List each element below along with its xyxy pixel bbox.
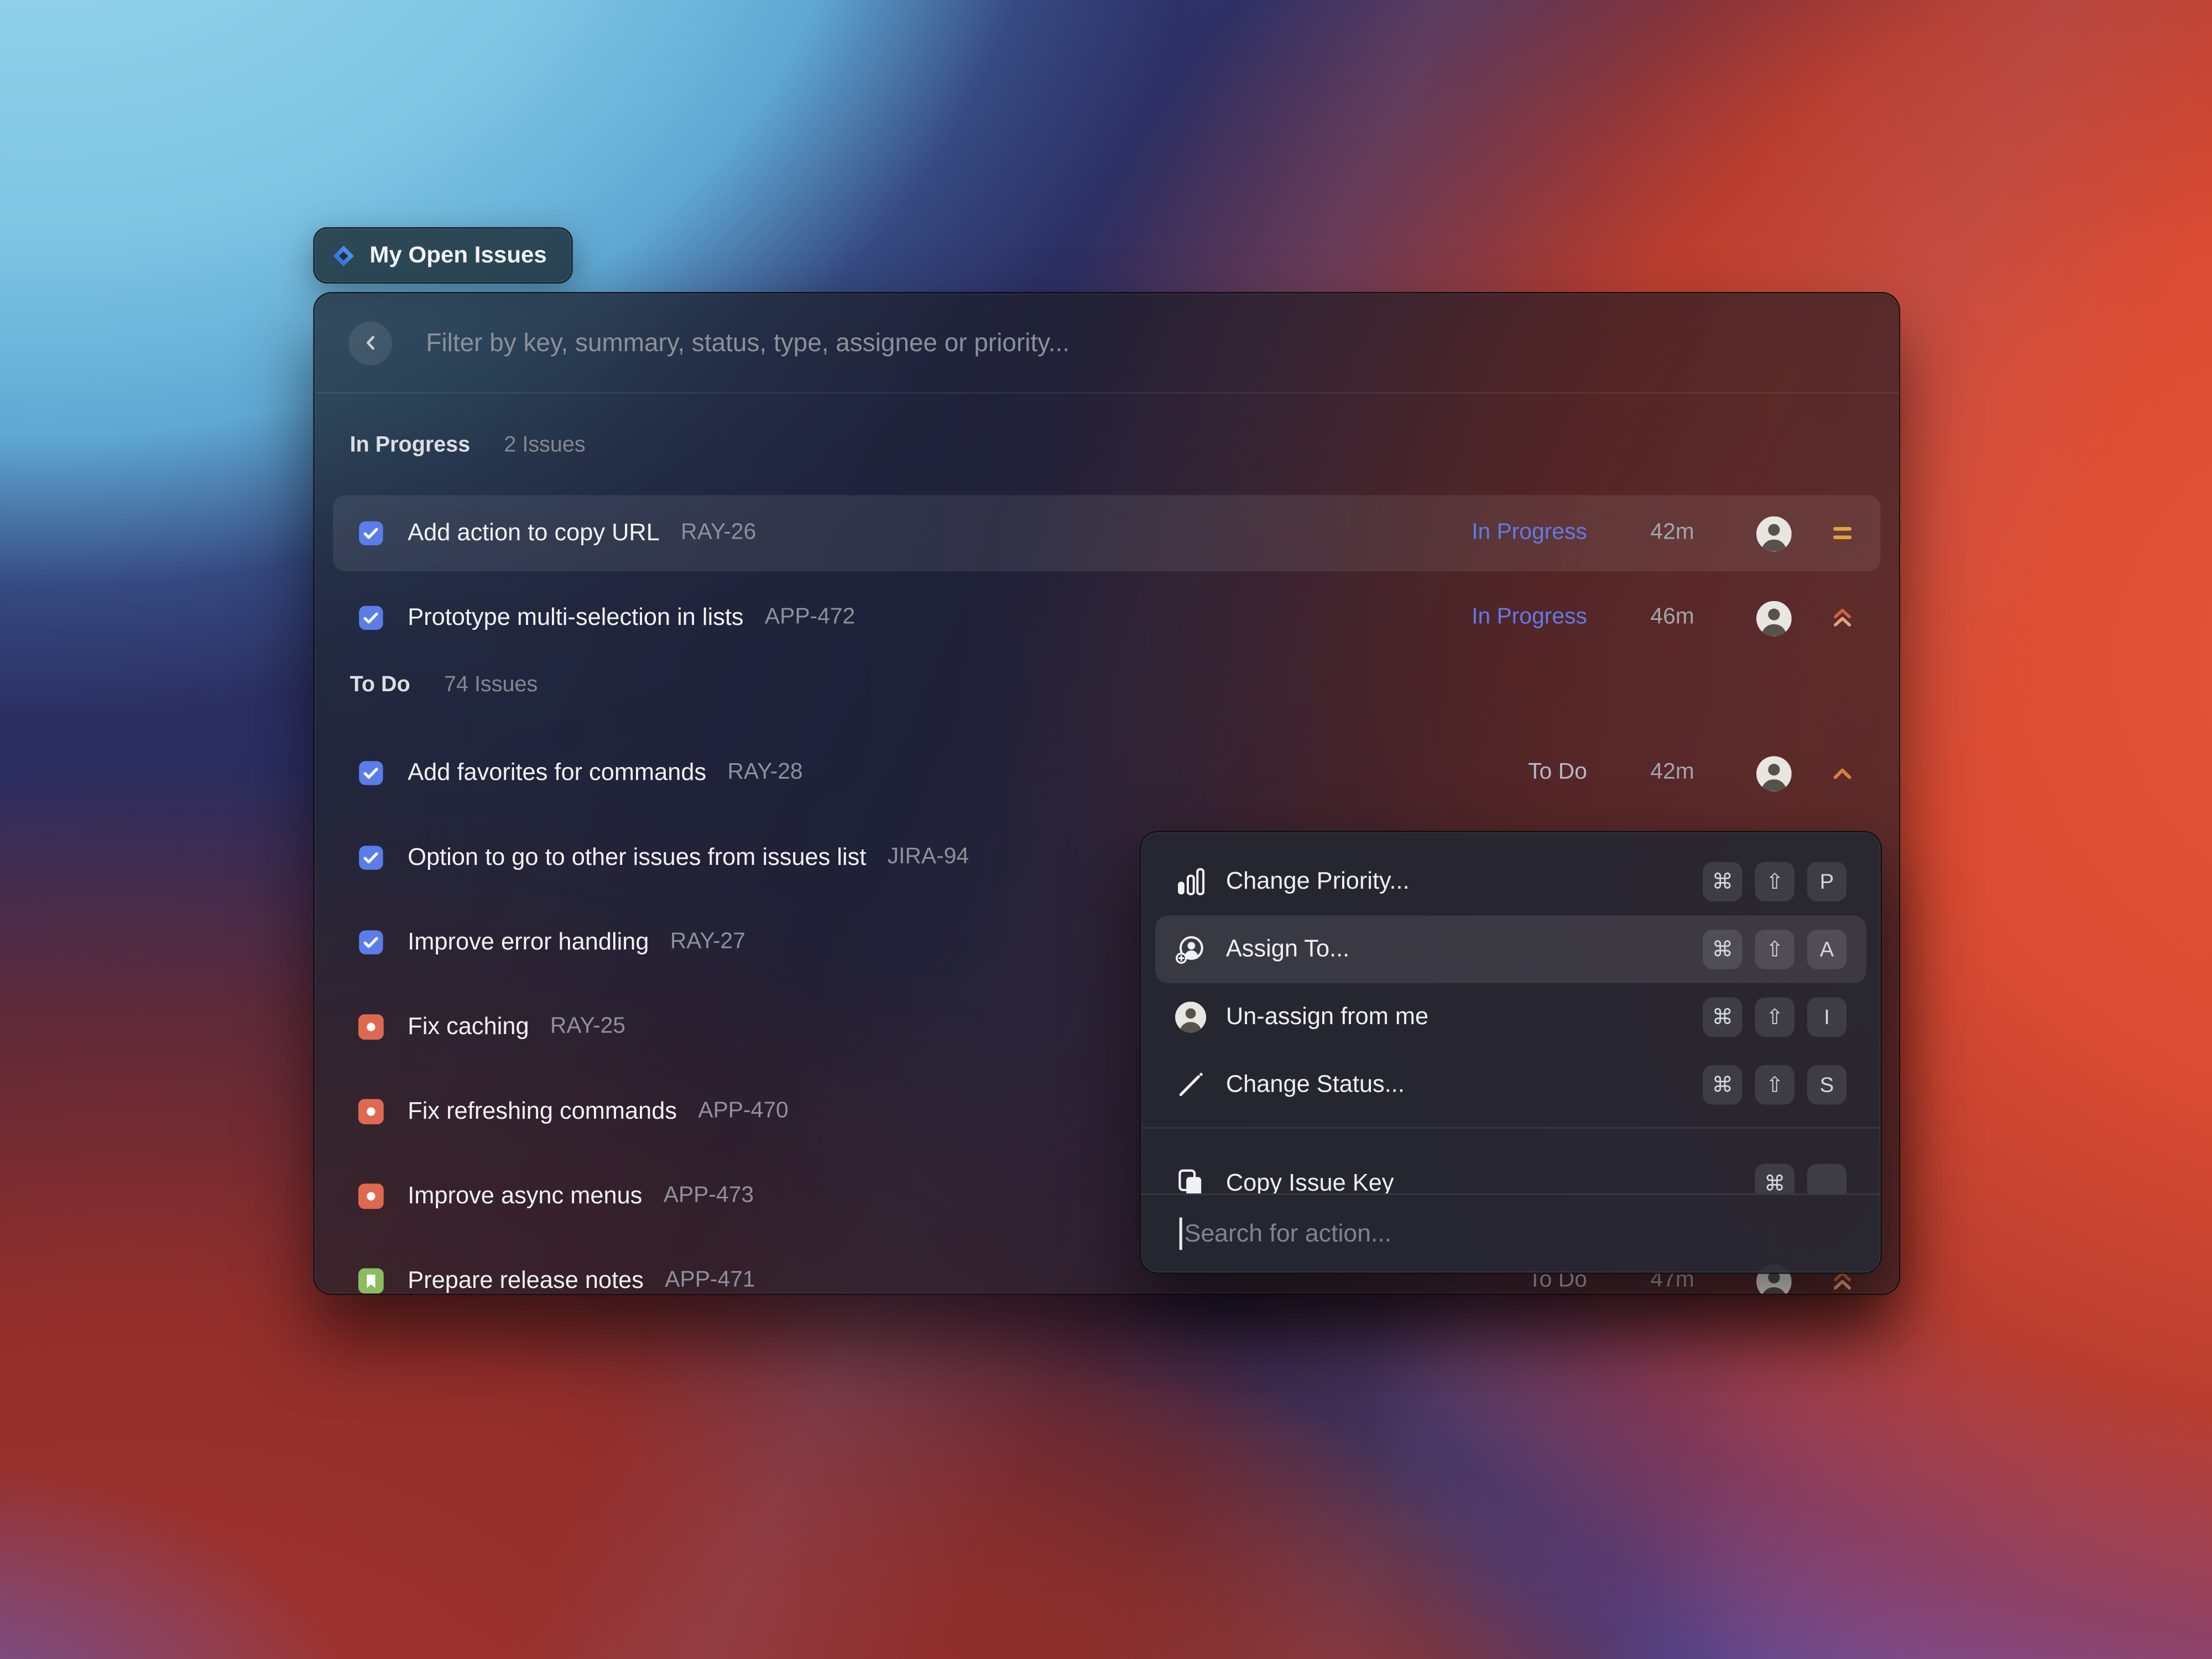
bug-icon [358, 1183, 384, 1209]
priority-high-icon [1830, 760, 1855, 786]
jira-diamond-icon [331, 243, 355, 267]
issue-key: APP-472 [765, 605, 855, 630]
issue-title: Improve error handling [408, 928, 649, 957]
command-hint-label: My Open Issues [369, 242, 547, 269]
issue-key: RAY-28 [727, 760, 802, 786]
story-icon [358, 1268, 384, 1293]
issue-status: To Do [1404, 760, 1587, 786]
issue-status: In Progress [1404, 605, 1587, 630]
keycap: S [1807, 1065, 1846, 1104]
filter-bar [315, 294, 1899, 394]
issue-status: In Progress [1404, 520, 1587, 546]
action-search[interactable]: Search for action... [1141, 1193, 1881, 1272]
issue-updated-time: 42m [1587, 760, 1694, 786]
issue-title: Fix caching [408, 1013, 529, 1041]
keycap: ⇧ [1755, 930, 1794, 969]
issue-title: Prepare release notes [408, 1267, 644, 1295]
shortcut-keys: ⌘ ⇧ I [1703, 998, 1846, 1037]
menu-item-label: Change Status... [1226, 1071, 1405, 1099]
checkbox-checked-icon [358, 760, 384, 786]
menu-item[interactable]: Un-assign from me ⌘ ⇧ I [1155, 983, 1866, 1051]
keycap [1807, 1164, 1846, 1194]
issue-key: RAY-25 [550, 1014, 625, 1040]
section-count: 74 Issues [444, 673, 538, 698]
menu-item[interactable]: Assign To... ⌘ ⇧ A [1155, 916, 1866, 983]
shortcut-keys: ⌘ [1755, 1164, 1846, 1194]
keycap: ⌘ [1755, 1164, 1794, 1194]
menu-item-label: Un-assign from me [1226, 1003, 1428, 1031]
change-priority-icon [1175, 866, 1206, 897]
checkbox-checked-icon [358, 520, 384, 546]
command-hint-pill[interactable]: My Open Issues [313, 227, 572, 284]
action-menu: Change Priority... ⌘ ⇧ P Assign To... ⌘ ⇧ A Un-a… [1140, 831, 1882, 1274]
checkbox-checked-icon [358, 845, 384, 870]
issue-row[interactable]: Add action to copy URL RAY-26 In Progress4… [333, 495, 1880, 571]
action-search-placeholder: Search for action... [1185, 1219, 1392, 1249]
unassign-avatar-icon [1175, 1001, 1206, 1032]
assignee-avatar-icon [1756, 600, 1792, 635]
keycap: A [1807, 930, 1846, 969]
change-status-icon [1175, 1070, 1206, 1100]
issue-key: APP-471 [665, 1268, 755, 1293]
issue-title: Prototype multi-selection in lists [408, 604, 743, 632]
bug-icon [358, 1099, 384, 1124]
issue-updated-time: 42m [1587, 520, 1694, 546]
issue-meta: To Do42m [1404, 755, 1855, 791]
section-header: In Progress 2 Issues [350, 433, 1864, 476]
action-menu-list: Change Priority... ⌘ ⇧ P Assign To... ⌘ ⇧ A Un-a… [1141, 832, 1881, 1193]
copy-key-icon [1175, 1168, 1206, 1193]
menu-divider [1141, 1127, 1881, 1129]
keycap: ⇧ [1755, 862, 1794, 901]
menu-item-label: Copy Issue Key [1226, 1170, 1394, 1193]
checkbox-checked-icon [358, 930, 384, 955]
keycap: ⌘ [1703, 930, 1742, 969]
back-button[interactable] [348, 321, 392, 364]
issue-key: APP-473 [664, 1183, 754, 1209]
issue-title: Improve async menus [408, 1182, 642, 1211]
menu-item[interactable]: Change Status... ⌘ ⇧ S [1155, 1051, 1866, 1119]
assignee-avatar-icon [1756, 515, 1792, 551]
issue-row[interactable]: Add favorites for commands RAY-28 To Do42m [333, 735, 1880, 811]
issue-title: Fix refreshing commands [408, 1098, 677, 1126]
assignee-avatar-icon [1756, 755, 1792, 791]
bug-icon [358, 1014, 384, 1040]
section-header: To Do 74 Issues [350, 673, 1864, 716]
menu-item-label: Change Priority... [1226, 868, 1410, 896]
section-title: In Progress [350, 433, 471, 458]
keycap: ⌘ [1703, 998, 1742, 1037]
issue-key: RAY-26 [681, 520, 756, 546]
issue-key: JIRA-94 [888, 845, 969, 870]
issue-row[interactable]: Prototype multi-selection in lists APP-47… [333, 580, 1880, 656]
issue-meta: In Progress46m [1404, 600, 1855, 635]
keycap: ⌘ [1703, 862, 1742, 901]
menu-item-label: Assign To... [1226, 935, 1349, 963]
menu-item[interactable]: Copy Issue Key ⌘ [1155, 1150, 1866, 1193]
issue-title: Add favorites for commands [408, 759, 706, 787]
shortcut-keys: ⌘ ⇧ A [1703, 930, 1846, 969]
issue-key: RAY-27 [670, 930, 745, 955]
chevron-left-icon [358, 330, 383, 356]
keycap: P [1807, 862, 1846, 901]
menu-item[interactable]: Change Priority... ⌘ ⇧ P [1155, 848, 1866, 915]
filter-input[interactable] [423, 327, 1865, 359]
issue-key: APP-470 [698, 1099, 788, 1124]
section-count: 2 Issues [504, 433, 585, 458]
shortcut-keys: ⌘ ⇧ P [1703, 862, 1846, 901]
keycap: I [1807, 998, 1846, 1037]
text-cursor [1180, 1218, 1182, 1250]
keycap: ⇧ [1755, 1065, 1794, 1104]
desktop: My Open Issues In Progress 2 Issues Add ac… [0, 0, 2212, 1659]
keycap: ⇧ [1755, 998, 1794, 1037]
issue-updated-time: 46m [1587, 605, 1694, 630]
issue-title: Option to go to other issues from issues… [408, 844, 866, 872]
checkbox-checked-icon [358, 605, 384, 630]
issue-meta: In Progress42m [1404, 515, 1855, 551]
issue-title: Add action to copy URL [408, 519, 660, 547]
section-title: To Do [350, 673, 410, 698]
shortcut-keys: ⌘ ⇧ S [1703, 1065, 1846, 1104]
priority-medium-icon [1830, 520, 1855, 546]
assign-to-icon [1175, 934, 1206, 965]
priority-highest-icon [1830, 605, 1855, 630]
keycap: ⌘ [1703, 1065, 1742, 1104]
